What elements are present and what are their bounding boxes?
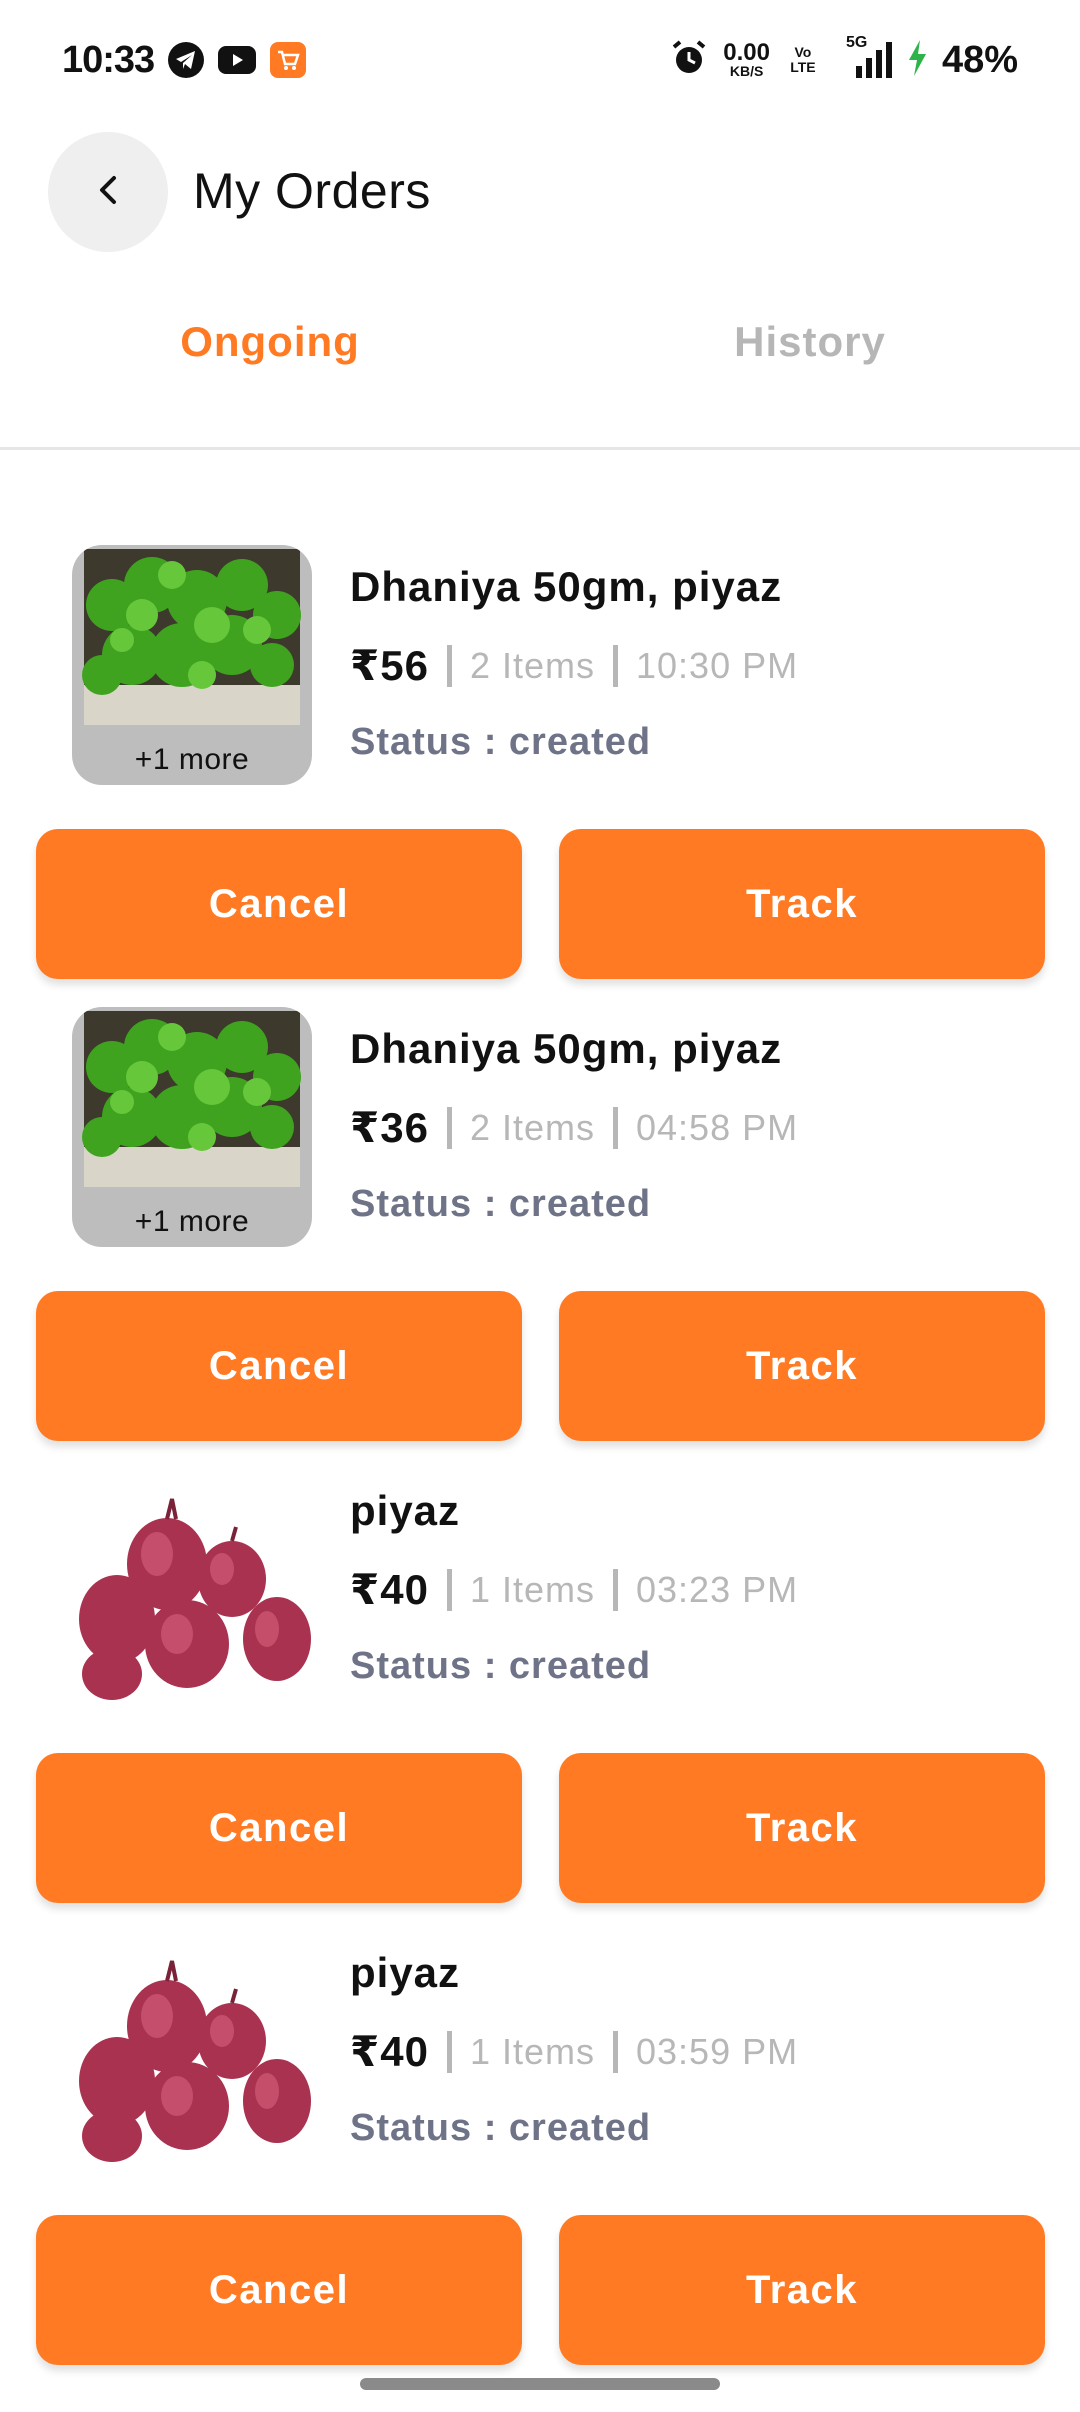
coriander-image xyxy=(82,549,301,725)
order-status: Status : created xyxy=(350,721,652,763)
onion-image xyxy=(79,1960,311,2162)
order-items-count: 2 Items xyxy=(469,644,595,686)
order-meta: ₹56 2 Items 10:30 PM xyxy=(350,641,798,690)
order-title: piyaz xyxy=(350,1949,461,1996)
order-items-count: 1 Items xyxy=(469,2030,595,2072)
order-time: 10:30 PM xyxy=(636,644,799,686)
orders-screen: 10:33 0.00 KB/S Vo LTE 5G 48% My Orders … xyxy=(0,0,1080,2412)
order-card: +1 more Dhaniya 50gm, piyaz ₹56 2 Items … xyxy=(0,545,1080,985)
track-button[interactable]: Track xyxy=(559,1291,1045,1441)
order-title: Dhaniya 50gm, piyaz xyxy=(350,563,783,610)
separator xyxy=(613,1106,618,1149)
order-tabs: Ongoing History xyxy=(0,300,1080,450)
chevron-left-icon xyxy=(93,170,123,215)
order-price: ₹40 xyxy=(350,1566,429,1613)
order-meta: ₹36 2 Items 04:58 PM xyxy=(350,1103,798,1152)
net-speed: 0.00 KB/S xyxy=(723,38,770,79)
cancel-button[interactable]: Cancel xyxy=(36,829,522,979)
signal-icon: 5G xyxy=(836,34,892,80)
back-button[interactable] xyxy=(48,132,168,252)
app-header: My Orders xyxy=(0,130,1080,252)
alarm-icon xyxy=(669,38,709,83)
order-title: piyaz xyxy=(350,1487,461,1534)
cancel-button[interactable]: Cancel xyxy=(36,1753,522,1903)
order-items-count: 2 Items xyxy=(469,1106,595,1148)
order-meta: ₹40 1 Items 03:59 PM xyxy=(350,2027,798,2076)
order-time: 04:58 PM xyxy=(636,1106,799,1148)
track-button[interactable]: Track xyxy=(559,2215,1045,2365)
order-status: Status : created xyxy=(350,2107,652,2149)
status-bar: 10:33 0.00 KB/S Vo LTE 5G 48% xyxy=(0,0,1080,120)
separator xyxy=(613,1568,618,1611)
volte-indicator: Vo LTE xyxy=(790,44,816,75)
home-indicator[interactable] xyxy=(360,2378,720,2390)
tab-history[interactable]: History xyxy=(540,318,1080,366)
separator xyxy=(613,644,618,687)
shop-icon xyxy=(270,42,307,78)
order-time: 03:59 PM xyxy=(636,2030,799,2072)
product-thumbnail[interactable] xyxy=(72,1469,312,1709)
track-button[interactable]: Track xyxy=(559,829,1045,979)
cancel-button[interactable]: Cancel xyxy=(36,1291,522,1441)
separator xyxy=(446,1106,452,1149)
order-price: ₹36 xyxy=(350,1104,429,1151)
status-time: 10:33 xyxy=(62,38,155,81)
separator xyxy=(613,2030,618,2073)
product-thumbnail[interactable]: +1 more xyxy=(72,1007,312,1247)
track-button[interactable]: Track xyxy=(559,1753,1045,1903)
order-title: Dhaniya 50gm, piyaz xyxy=(350,1025,783,1072)
product-thumbnail[interactable]: +1 more xyxy=(72,545,312,785)
more-items-label: +1 more xyxy=(134,1205,250,1238)
more-items-label: +1 more xyxy=(134,743,250,776)
order-meta: ₹40 1 Items 03:23 PM xyxy=(350,1565,798,1614)
order-time: 03:23 PM xyxy=(636,1568,799,1610)
order-card: piyaz ₹40 1 Items 03:59 PM Status : crea… xyxy=(0,1931,1080,2371)
coriander-image xyxy=(82,1011,301,1187)
net-speed-unit: KB/S xyxy=(729,62,764,79)
order-items-count: 1 Items xyxy=(469,1568,595,1610)
order-card: piyaz ₹40 1 Items 03:23 PM Status : crea… xyxy=(0,1469,1080,1909)
cancel-button[interactable]: Cancel xyxy=(36,2215,522,2365)
page-title: My Orders xyxy=(193,163,431,219)
separator xyxy=(446,644,452,687)
tab-ongoing[interactable]: Ongoing xyxy=(0,318,540,366)
separator xyxy=(446,2030,452,2073)
order-price: ₹40 xyxy=(350,2028,429,2075)
network-type: 5G xyxy=(845,34,868,51)
order-price: ₹56 xyxy=(350,642,429,689)
charging-icon xyxy=(906,38,928,83)
order-status: Status : created xyxy=(350,1183,652,1225)
youtube-icon xyxy=(218,46,257,74)
telegram-icon xyxy=(168,42,205,78)
order-card: +1 more Dhaniya 50gm, piyaz ₹36 2 Items … xyxy=(0,1007,1080,1447)
onion-image xyxy=(79,1498,311,1700)
net-speed-value: 0.00 xyxy=(723,38,770,66)
product-thumbnail[interactable] xyxy=(72,1931,312,2171)
separator xyxy=(446,1568,452,1611)
battery-percent: 48% xyxy=(941,38,1018,81)
order-status: Status : created xyxy=(350,1645,652,1687)
